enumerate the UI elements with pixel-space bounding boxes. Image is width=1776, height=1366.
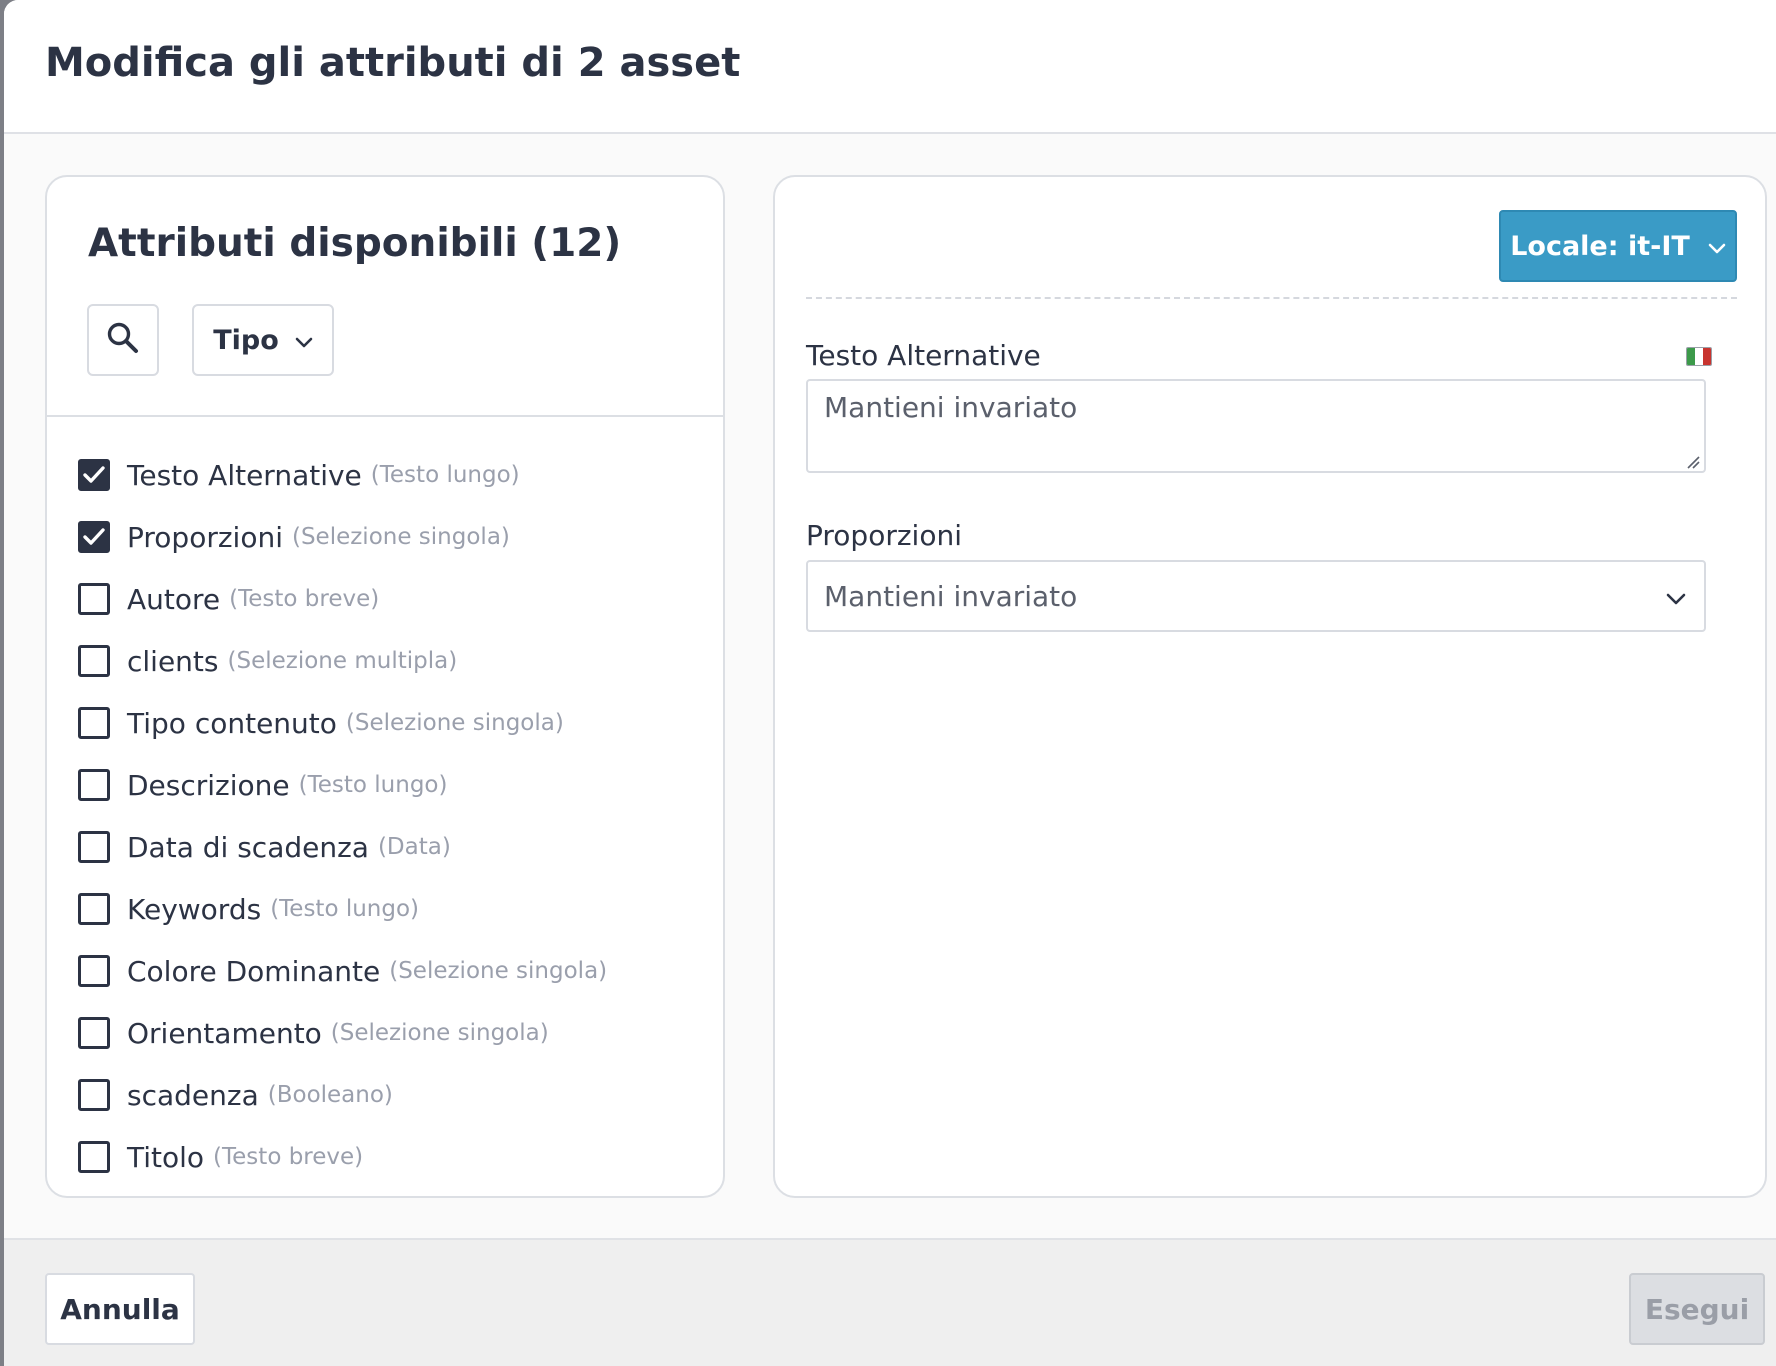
proportions-select[interactable]: Mantieni invariato bbox=[806, 560, 1706, 632]
run-button[interactable]: Esegui bbox=[1629, 1273, 1765, 1345]
dashed-divider bbox=[806, 297, 1737, 299]
italy-flag-icon bbox=[1686, 347, 1712, 366]
attribute-checkbox[interactable] bbox=[78, 1141, 110, 1173]
attribute-checkbox[interactable] bbox=[78, 1017, 110, 1049]
attribute-name: Testo Alternative bbox=[127, 458, 362, 492]
attribute-checkbox[interactable] bbox=[78, 955, 110, 987]
type-filter-dropdown[interactable]: Tipo bbox=[192, 304, 334, 376]
dialog-title: Modifica gli attributi di 2 asset bbox=[45, 40, 741, 86]
attribute-item[interactable]: Tipo contenuto (Selezione singola) bbox=[78, 692, 718, 754]
locale-label: Locale: it-IT bbox=[1510, 230, 1690, 262]
attribute-list: Testo Alternative (Testo lungo) Proporzion… bbox=[78, 444, 718, 1188]
dialog-footer: Annulla Esegui bbox=[4, 1238, 1776, 1366]
attribute-editor-panel: Locale: it-IT Testo Alternative Proporzi… bbox=[773, 175, 1767, 1198]
available-attributes-title: Attributi disponibili (12) bbox=[88, 221, 622, 266]
attribute-item[interactable]: Colore Dominante (Selezione singola) bbox=[78, 940, 718, 1002]
resize-handle-icon[interactable] bbox=[1686, 454, 1700, 473]
available-attributes-panel: Attributi disponibili (12) Tipo Testo Al… bbox=[45, 175, 725, 1198]
chevron-down-icon bbox=[1708, 231, 1726, 262]
attribute-type: (Selezione singola) bbox=[291, 524, 510, 550]
attribute-checkbox[interactable] bbox=[78, 583, 110, 615]
attribute-name: Keywords bbox=[127, 892, 262, 926]
attribute-checkbox[interactable] bbox=[78, 831, 110, 863]
attribute-checkbox[interactable] bbox=[78, 769, 110, 801]
edit-attributes-dialog: Modifica gli attributi di 2 asset Attrib… bbox=[4, 0, 1776, 1366]
dialog-header: Modifica gli attributi di 2 asset bbox=[4, 0, 1776, 134]
attribute-item[interactable]: Proporzioni (Selezione singola) bbox=[78, 506, 718, 568]
attribute-item[interactable]: Testo Alternative (Testo lungo) bbox=[78, 444, 718, 506]
attribute-type: (Selezione singola) bbox=[345, 710, 564, 736]
attribute-name: Colore Dominante bbox=[127, 954, 381, 988]
attribute-checkbox[interactable] bbox=[78, 893, 110, 925]
attribute-name: Data di scadenza bbox=[127, 830, 369, 864]
attribute-type: (Testo lungo) bbox=[270, 896, 420, 922]
attribute-name: Tipo contenuto bbox=[127, 706, 337, 740]
attribute-name: Autore bbox=[127, 582, 221, 616]
chevron-down-icon bbox=[295, 325, 313, 356]
attribute-checkbox[interactable] bbox=[78, 707, 110, 739]
chevron-down-icon bbox=[1666, 580, 1686, 613]
attribute-type: (Selezione singola) bbox=[330, 1020, 549, 1046]
attribute-type: (Data) bbox=[377, 834, 451, 860]
attribute-name: Descrizione bbox=[127, 768, 290, 802]
attribute-type: (Selezione singola) bbox=[389, 958, 608, 984]
attribute-checkbox[interactable] bbox=[78, 1079, 110, 1111]
attribute-name: Proporzioni bbox=[127, 520, 283, 554]
proportions-label: Proporzioni bbox=[806, 519, 962, 552]
cancel-button[interactable]: Annulla bbox=[45, 1273, 195, 1345]
attribute-type: (Testo lungo) bbox=[298, 772, 448, 798]
attribute-checkbox[interactable] bbox=[78, 521, 110, 553]
attribute-item[interactable]: Keywords (Testo lungo) bbox=[78, 878, 718, 940]
attribute-type: (Testo breve) bbox=[213, 1144, 364, 1170]
attribute-name: scadenza bbox=[127, 1078, 259, 1112]
attribute-type: (Testo breve) bbox=[229, 586, 380, 612]
attribute-name: Orientamento bbox=[127, 1016, 322, 1050]
alt-text-textarea[interactable] bbox=[806, 379, 1706, 473]
attribute-item[interactable]: Orientamento (Selezione singola) bbox=[78, 1002, 718, 1064]
attribute-name: Titolo bbox=[127, 1140, 205, 1174]
proportions-selected-value: Mantieni invariato bbox=[824, 579, 1078, 613]
attribute-type: (Testo lungo) bbox=[370, 462, 520, 488]
type-filter-label: Tipo bbox=[213, 324, 279, 356]
attribute-checkbox[interactable] bbox=[78, 459, 110, 491]
attribute-item[interactable]: Descrizione (Testo lungo) bbox=[78, 754, 718, 816]
locale-dropdown-button[interactable]: Locale: it-IT bbox=[1499, 210, 1737, 282]
checkmark-icon bbox=[83, 466, 105, 483]
attribute-item[interactable]: scadenza (Booleano) bbox=[78, 1064, 718, 1126]
attribute-item[interactable]: Titolo (Testo breve) bbox=[78, 1126, 718, 1188]
attribute-type: (Selezione multipla) bbox=[227, 648, 458, 674]
attribute-checkbox[interactable] bbox=[78, 645, 110, 677]
attribute-type: (Booleano) bbox=[267, 1082, 393, 1108]
attribute-name: clients bbox=[127, 644, 219, 678]
attribute-item[interactable]: Autore (Testo breve) bbox=[78, 568, 718, 630]
panel-divider bbox=[47, 415, 723, 417]
search-button[interactable] bbox=[87, 304, 159, 376]
attribute-item[interactable]: clients (Selezione multipla) bbox=[78, 630, 718, 692]
search-icon bbox=[106, 321, 140, 359]
alt-text-label: Testo Alternative bbox=[806, 339, 1041, 372]
attribute-item[interactable]: Data di scadenza (Data) bbox=[78, 816, 718, 878]
checkmark-icon bbox=[83, 528, 105, 545]
